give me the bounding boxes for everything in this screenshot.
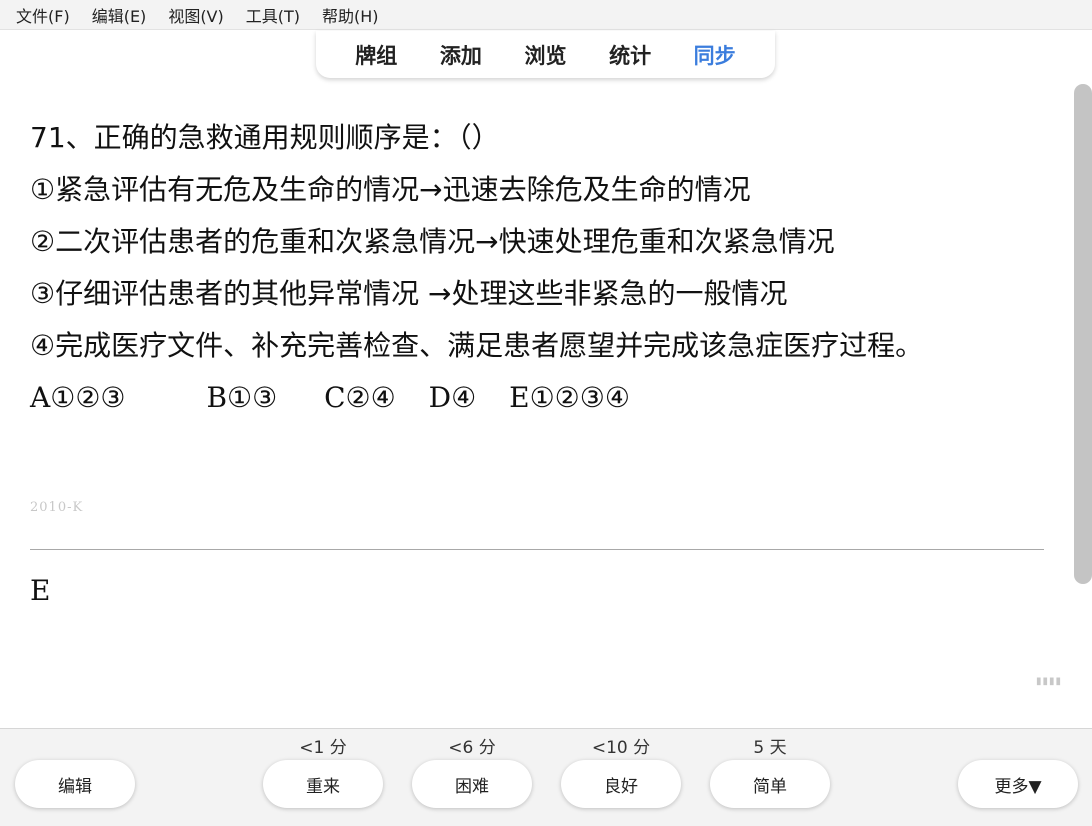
good-button[interactable]: 良好	[561, 760, 681, 808]
scrollbar-thumb[interactable]	[1074, 84, 1092, 584]
easy-button[interactable]: 简单	[710, 760, 830, 808]
vertical-scrollbar[interactable]	[1074, 84, 1092, 584]
again-button[interactable]: 重来	[263, 760, 383, 808]
option-a: A①②③	[30, 381, 126, 414]
menu-edit[interactable]: 编辑(E)	[92, 3, 147, 27]
tab-decks[interactable]: 牌组	[355, 40, 397, 70]
answer-divider	[30, 549, 1044, 550]
question-item: ①紧急评估有无危及生命的情况→迅速去除危及生命的情况	[30, 173, 751, 206]
answer-options: A①②③ B①③ C②④ D④ E①②③④	[30, 372, 1050, 424]
more-button[interactable]: 更多▼	[958, 760, 1078, 808]
tab-sync[interactable]: 同步	[694, 40, 736, 70]
card-answer: E	[30, 574, 51, 607]
easy-interval: 5 天	[753, 738, 787, 758]
good-interval: <10 分	[591, 738, 651, 758]
question-item: ②二次评估患者的危重和次紧急情况→快速处理危重和次紧急情况	[30, 225, 835, 258]
hard-interval: <6 分	[448, 738, 496, 758]
menu-tools[interactable]: 工具(T)	[246, 3, 300, 27]
menu-bar: 文件(F) 编辑(E) 视图(V) 工具(T) 帮助(H)	[0, 0, 1092, 30]
option-d: D④	[428, 381, 477, 414]
tab-add[interactable]: 添加	[440, 40, 482, 70]
question-item: ④完成医疗文件、补充完善检查、满足患者愿望并完成该急症医疗过程。	[30, 329, 924, 362]
edit-button[interactable]: 编辑	[15, 760, 135, 808]
option-e: E①②③④	[509, 381, 630, 414]
review-bar: 编辑 <1 分 重来 <6 分 困难 <10 分 良好 5 天 简单 更多▼	[0, 728, 1092, 826]
option-c: C②④	[324, 381, 396, 414]
source-tag: 2010-K	[30, 500, 84, 515]
main-toolbar: 牌组 添加 浏览 统计 同步	[316, 31, 775, 78]
hard-button[interactable]: 困难	[412, 760, 532, 808]
option-b: B①③	[206, 381, 278, 414]
tab-browse[interactable]: 浏览	[524, 40, 566, 70]
menu-file[interactable]: 文件(F)	[16, 3, 70, 27]
question-item: ③仔细评估患者的其他异常情况 →处理这些非紧急的一般情况	[30, 277, 788, 310]
tab-stats[interactable]: 统计	[609, 40, 651, 70]
resize-grip-icon: ▮▮▮▮	[1036, 676, 1063, 687]
menu-view[interactable]: 视图(V)	[168, 3, 223, 27]
again-interval: <1 分	[299, 738, 347, 758]
question-stem: 71、正确的急救通用规则顺序是：（）	[30, 121, 500, 154]
menu-help[interactable]: 帮助(H)	[322, 3, 379, 27]
card-question: 71、正确的急救通用规则顺序是：（） ①紧急评估有无危及生命的情况→迅速去除危及…	[30, 112, 1050, 424]
